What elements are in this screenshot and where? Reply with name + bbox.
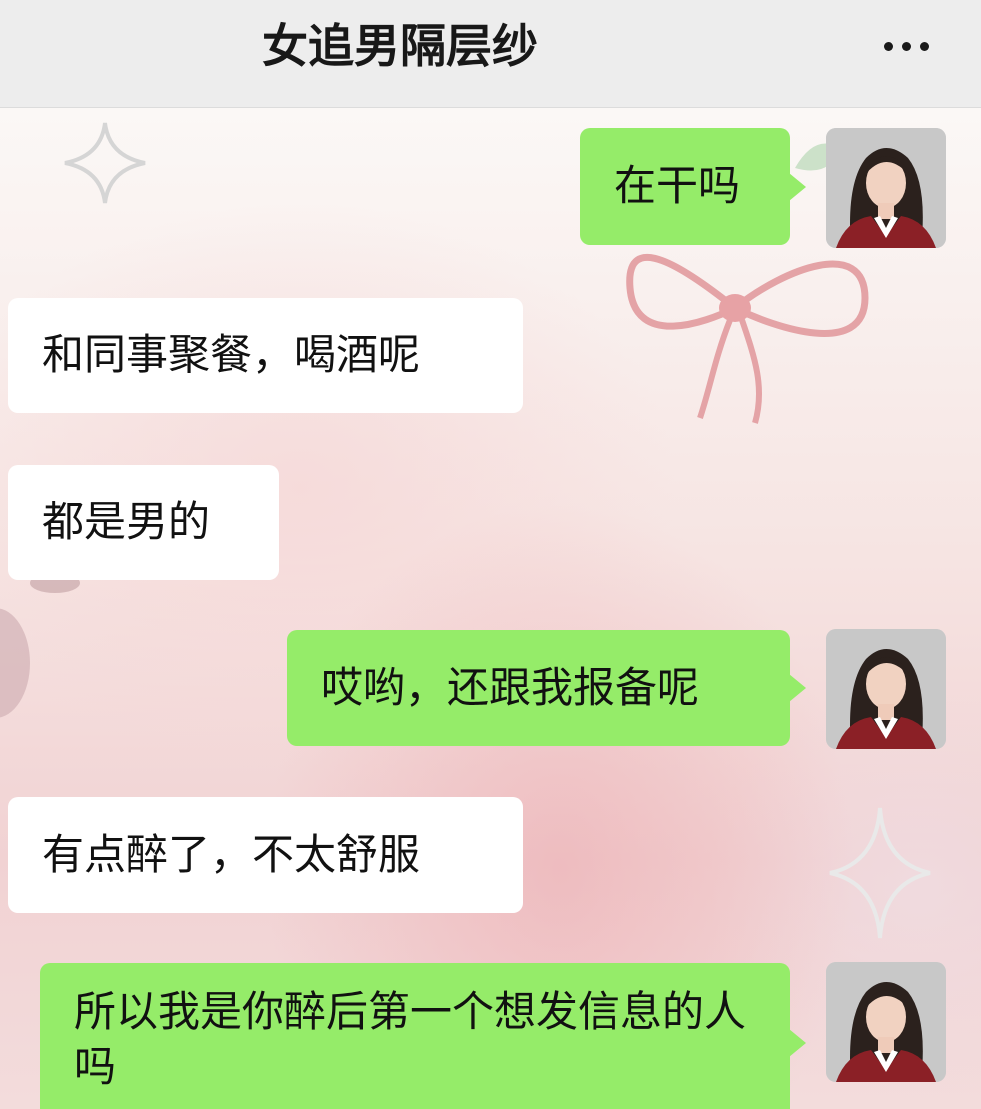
- avatar-woman-icon[interactable]: [826, 128, 946, 248]
- received-message-bubble[interactable]: 有点醉了，不太舒服: [8, 797, 523, 913]
- message-text: 在干吗: [614, 161, 741, 211]
- message-text: 和同事聚餐，喝酒呢: [42, 330, 421, 380]
- sent-message-bubble[interactable]: 所以我是你醉后第一个想发信息的人吗: [40, 963, 806, 1109]
- sparkle-icon: [829, 807, 931, 939]
- sparkle-icon: [64, 122, 146, 204]
- more-dots-icon[interactable]: [866, 26, 946, 66]
- message-text: 哎哟，还跟我报备呢: [321, 662, 700, 712]
- message-text: 都是男的: [42, 497, 211, 547]
- chat-title: 女追男隔层纱: [262, 19, 538, 73]
- message-text: 有点醉了，不太舒服: [42, 829, 421, 879]
- sent-message-bubble[interactable]: 在干吗: [580, 128, 806, 245]
- ribbon-bow-icon: [626, 254, 869, 424]
- chat-header: 女追男隔层纱: [0, 0, 981, 108]
- avatar-woman-icon[interactable]: [826, 629, 946, 749]
- background-circle: [0, 608, 30, 718]
- avatar-woman-icon[interactable]: [826, 962, 946, 1082]
- chat-background: [0, 108, 981, 1109]
- sent-message-bubble[interactable]: 哎哟，还跟我报备呢: [287, 630, 806, 746]
- received-message-bubble[interactable]: 和同事聚餐，喝酒呢: [8, 298, 523, 413]
- message-text: 所以我是你醉后第一个想发信息的人吗: [74, 987, 747, 1091]
- received-message-bubble[interactable]: 都是男的: [8, 465, 279, 580]
